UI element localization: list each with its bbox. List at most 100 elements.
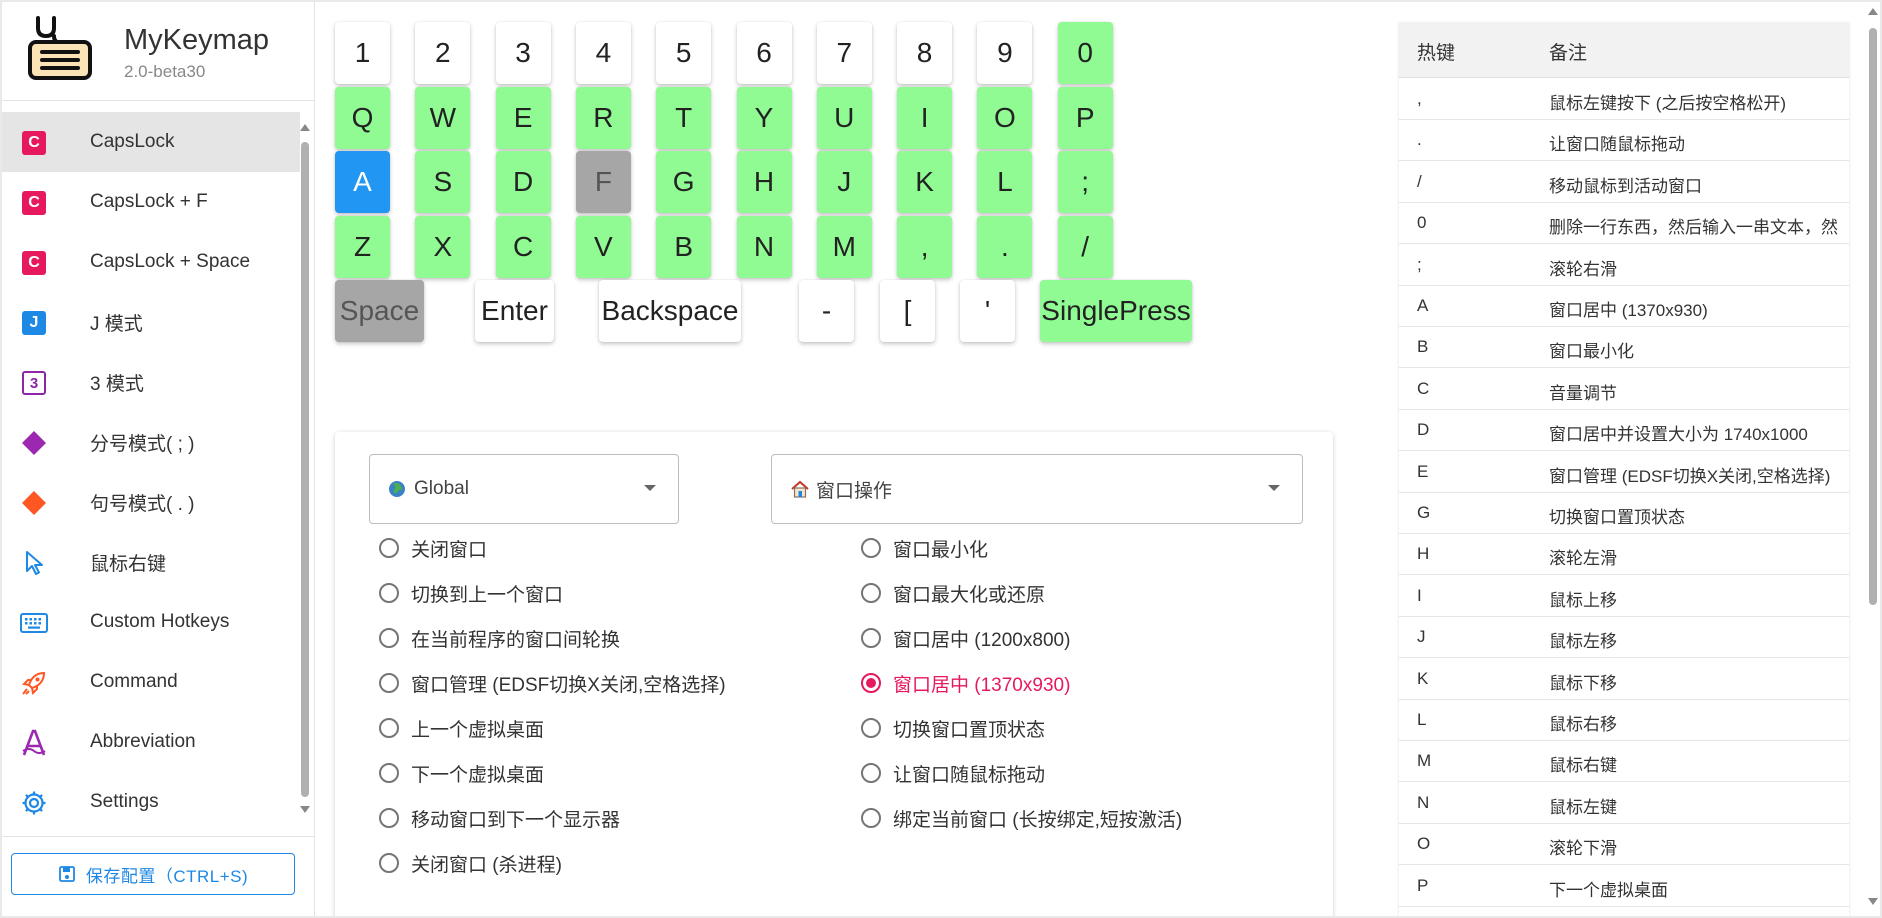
table-row[interactable]: . 让窗口随鼠标拖动: [1399, 119, 1849, 162]
radio-button[interactable]: [861, 673, 881, 693]
key-minus[interactable]: -: [799, 280, 854, 342]
key-p[interactable]: P: [1057, 86, 1113, 149]
action-option[interactable]: 移动窗口到下一个显示器: [379, 798, 620, 838]
save-config-button[interactable]: 保存配置（CTRL+S): [11, 853, 295, 895]
key-a[interactable]: A: [335, 151, 390, 213]
sidebar-item-10[interactable]: Command: [2, 652, 300, 712]
table-row[interactable]: C 音量调节: [1399, 368, 1849, 410]
sidebar-item-8[interactable]: 鼠标右键: [2, 532, 300, 592]
key-2[interactable]: 2: [415, 22, 471, 84]
key-singlepress[interactable]: SinglePress: [1040, 280, 1192, 342]
table-row[interactable]: ; 滚轮右滑: [1399, 244, 1849, 286]
sidebar-item-12[interactable]: Settings: [2, 772, 300, 832]
sidebar-item-7[interactable]: 句号模式( . ): [2, 472, 300, 532]
key-z[interactable]: Z: [335, 215, 390, 278]
key-f[interactable]: F: [575, 151, 631, 213]
radio-button[interactable]: [379, 853, 399, 873]
sidebar-item-9[interactable]: Custom Hotkeys: [2, 592, 300, 652]
scope-select[interactable]: Global: [369, 454, 679, 524]
radio-button[interactable]: [379, 808, 399, 828]
key-9[interactable]: 9: [977, 22, 1033, 84]
table-row[interactable]: P 下一个虚拟桌面: [1399, 865, 1849, 907]
key-symbol[interactable]: ,: [897, 215, 953, 278]
key-q[interactable]: Q: [335, 86, 390, 149]
sidebar-item-2[interactable]: C CapsLock + F: [2, 172, 300, 232]
scrollbar-thumb[interactable]: [1869, 28, 1877, 605]
radio-button[interactable]: [861, 808, 881, 828]
key-v[interactable]: V: [575, 215, 631, 278]
key-c[interactable]: C: [495, 215, 551, 278]
table-row[interactable]: D 窗口居中并设置大小为 1740x1000: [1399, 409, 1849, 452]
sidebar-item-5[interactable]: 3 3 模式: [2, 352, 300, 412]
table-row[interactable]: K 鼠标下移: [1399, 658, 1849, 700]
table-row[interactable]: O 滚轮下滑: [1399, 823, 1849, 866]
sidebar-item-1[interactable]: C CapsLock: [2, 112, 300, 172]
key-k[interactable]: K: [897, 151, 953, 213]
action-option[interactable]: 下一个虚拟桌面: [379, 753, 544, 793]
key-u[interactable]: U: [816, 86, 872, 149]
action-option[interactable]: 让窗口随鼠标拖动: [861, 753, 1045, 793]
table-row[interactable]: I 鼠标上移: [1399, 575, 1849, 617]
action-option[interactable]: 窗口居中 (1200x800): [861, 618, 1070, 658]
key-w[interactable]: W: [415, 86, 471, 149]
radio-button[interactable]: [861, 628, 881, 648]
radio-button[interactable]: [379, 673, 399, 693]
main-scrollbar[interactable]: [1866, 2, 1880, 916]
key-g[interactable]: G: [656, 151, 712, 213]
sidebar-item-11[interactable]: Abbreviation: [2, 712, 300, 772]
key-n[interactable]: N: [736, 215, 792, 278]
radio-button[interactable]: [379, 538, 399, 558]
key-6[interactable]: 6: [736, 22, 792, 84]
key-o[interactable]: O: [977, 86, 1033, 149]
action-option[interactable]: 关闭窗口 (杀进程): [379, 843, 562, 883]
radio-button[interactable]: [861, 718, 881, 738]
action-option[interactable]: 绑定当前窗口 (长按绑定,短按激活): [861, 798, 1182, 838]
radio-button[interactable]: [861, 583, 881, 603]
key-m[interactable]: M: [816, 215, 872, 278]
key-0[interactable]: 0: [1057, 22, 1113, 84]
key-1[interactable]: 1: [335, 22, 390, 84]
key-3[interactable]: 3: [495, 22, 551, 84]
radio-button[interactable]: [379, 583, 399, 603]
scroll-down-arrow-icon[interactable]: [1868, 898, 1878, 905]
action-option[interactable]: 在当前程序的窗口间轮换: [379, 618, 620, 658]
key-e[interactable]: E: [495, 86, 551, 149]
key-b[interactable]: B: [656, 215, 712, 278]
action-option[interactable]: 切换窗口置顶状态: [861, 708, 1045, 748]
action-option[interactable]: 窗口居中 (1370x930): [861, 663, 1070, 703]
table-row[interactable]: L 鼠标右移: [1399, 699, 1849, 741]
radio-button[interactable]: [379, 628, 399, 648]
table-row[interactable]: N 鼠标左键: [1399, 782, 1849, 824]
radio-button[interactable]: [861, 763, 881, 783]
key-quote[interactable]: ': [960, 280, 1015, 342]
action-option[interactable]: 上一个虚拟桌面: [379, 708, 544, 748]
key-space[interactable]: Space: [335, 280, 424, 342]
key-4[interactable]: 4: [575, 22, 631, 84]
radio-button[interactable]: [379, 718, 399, 738]
key-j[interactable]: J: [816, 151, 872, 213]
radio-button[interactable]: [861, 538, 881, 558]
action-option[interactable]: 窗口最大化或还原: [861, 573, 1045, 613]
key-7[interactable]: 7: [816, 22, 872, 84]
key-x[interactable]: X: [415, 215, 471, 278]
sidebar-scrollbar[interactable]: [298, 120, 312, 820]
scroll-down-arrow-icon[interactable]: [300, 806, 310, 813]
table-row[interactable]: E 窗口管理 (EDSF切换X关闭,空格选择): [1399, 451, 1849, 493]
table-row[interactable]: J 鼠标左移: [1399, 616, 1849, 659]
key-8[interactable]: 8: [897, 22, 953, 84]
key-d[interactable]: D: [495, 151, 551, 213]
key-r[interactable]: R: [575, 86, 631, 149]
table-row[interactable]: A 窗口居中 (1370x930): [1399, 285, 1849, 327]
key-backspace[interactable]: Backspace: [599, 280, 741, 342]
key-s[interactable]: S: [415, 151, 471, 213]
key-symbol[interactable]: .: [977, 215, 1033, 278]
table-row[interactable]: / 移动鼠标到活动窗口: [1399, 161, 1849, 203]
key-enter[interactable]: Enter: [475, 280, 554, 342]
scrollbar-thumb[interactable]: [301, 142, 309, 797]
key-bracket[interactable]: [: [880, 280, 935, 342]
sidebar-item-4[interactable]: J J 模式: [2, 292, 300, 352]
key-t[interactable]: T: [656, 86, 712, 149]
table-row[interactable]: , 鼠标左键按下 (之后按空格松开): [1399, 78, 1849, 120]
action-option[interactable]: 窗口最小化: [861, 528, 988, 568]
category-select[interactable]: 窗口操作: [771, 454, 1303, 524]
